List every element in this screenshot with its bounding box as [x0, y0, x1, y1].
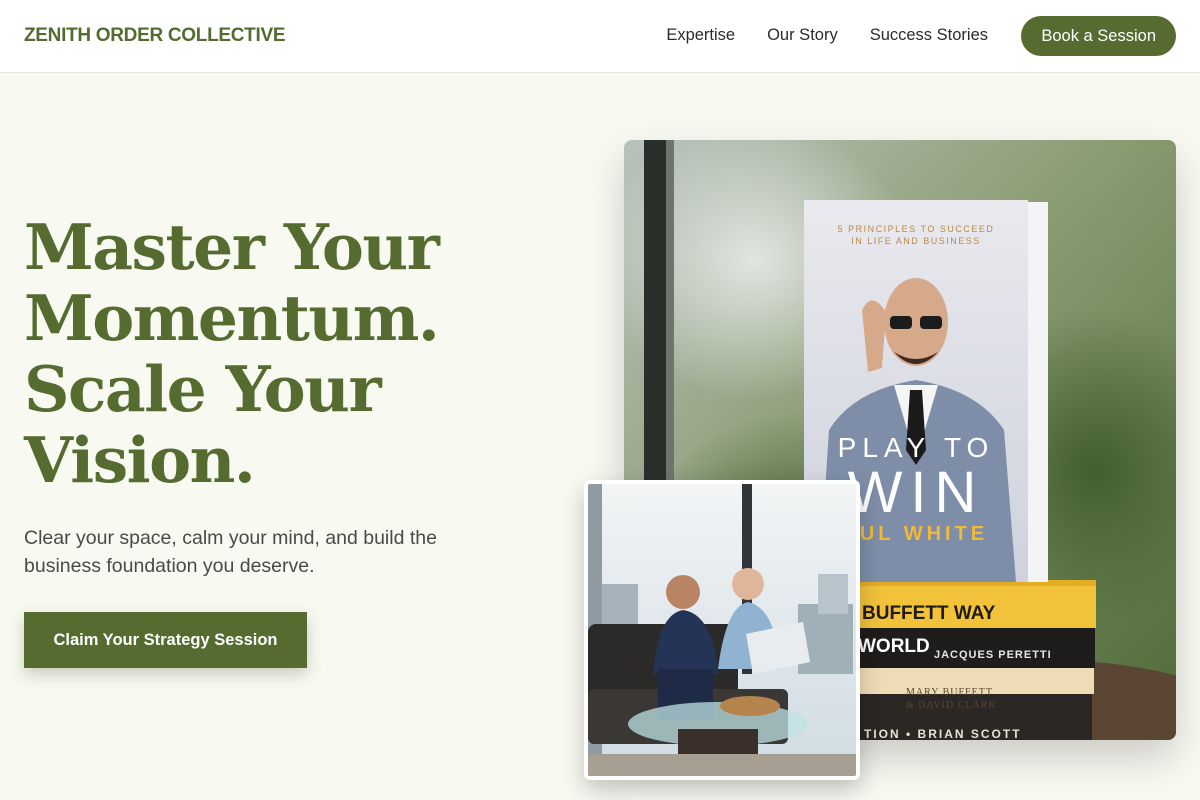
book-author: UL WHITE: [860, 523, 988, 545]
book-title-1: PLAY TO: [838, 432, 995, 463]
meeting-photo: [584, 480, 860, 780]
stack-book-3-author-1: MARY BUFFETT: [906, 687, 993, 698]
meeting-photo-illustration: [588, 484, 856, 776]
site-header: ZENITH ORDER COLLECTIVE Expertise Our St…: [0, 0, 1200, 73]
hero-headline: Master Your Momentum. Scale Your Vision.: [24, 212, 504, 496]
headline-line-2: Momentum.: [24, 281, 440, 355]
stack-book-3-author-2: & DAVID CLARK: [906, 700, 997, 711]
brand-logo[interactable]: ZENITH ORDER COLLECTIVE: [24, 25, 286, 47]
nav-link-our-story[interactable]: Our Story: [767, 26, 838, 45]
headline-line-4: Vision.: [24, 423, 256, 497]
book-session-button[interactable]: Book a Session: [1021, 16, 1176, 56]
hero-subhead: Clear your space, calm your mind, and bu…: [24, 527, 437, 577]
stack-book-2-author: JACQUES PERETTI: [934, 649, 1052, 661]
book-tagline-1: 5 PRINCIPLES TO SUCCEED: [838, 224, 995, 234]
book-title-2: WIN: [848, 460, 985, 525]
book-stack: TION • BRIAN SCOTT MARY BUFFETT & DAVID …: [846, 580, 1096, 740]
nav-link-success-stories[interactable]: Success Stories: [870, 26, 988, 45]
stack-book-2-title: WORLD: [858, 636, 930, 657]
claim-strategy-session-button[interactable]: Claim Your Strategy Session: [24, 612, 307, 668]
headline-line-1: Master Your: [24, 210, 440, 284]
book-tagline-2: IN LIFE AND BUSINESS: [851, 236, 981, 246]
stack-book-4-label: TION • BRIAN SCOTT: [864, 727, 1022, 740]
main-nav: Expertise Our Story Success Stories: [666, 26, 988, 45]
headline-line-3: Scale Your: [24, 352, 382, 426]
nav-link-expertise[interactable]: Expertise: [666, 26, 735, 45]
stack-book-1-title: BUFFETT WAY: [862, 603, 996, 624]
